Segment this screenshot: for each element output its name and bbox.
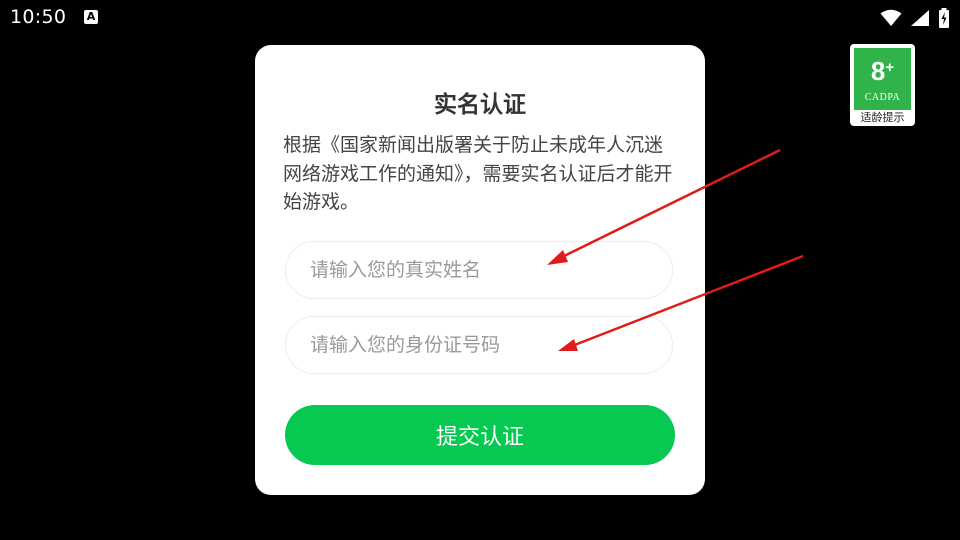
status-time: 10:50: [10, 6, 67, 28]
id-field[interactable]: [285, 316, 673, 374]
age-rating-badge: 8+ CADPA 适龄提示: [850, 44, 915, 126]
a-icon: A: [84, 10, 98, 24]
id-number-input[interactable]: [308, 333, 672, 357]
real-name-dialog: 实名认证 根据《国家新闻出版署关于防止未成年人沉迷网络游戏工作的通知》，需要实名…: [255, 45, 705, 495]
name-input[interactable]: [308, 258, 672, 282]
dialog-description: 根据《国家新闻出版署关于防止未成年人沉迷网络游戏工作的通知》，需要实名认证后才能…: [283, 134, 673, 213]
age-rating-panel: 8+ CADPA: [854, 48, 911, 110]
battery-charging-icon: [939, 8, 949, 28]
signal-icon: [911, 10, 929, 26]
name-field[interactable]: [285, 241, 673, 299]
age-rating: 8+: [854, 56, 911, 87]
submit-button[interactable]: 提交认证: [285, 405, 675, 465]
dialog-title: 实名认证: [434, 92, 526, 118]
age-rating-number: 8: [870, 56, 886, 86]
age-rating-plus: +: [885, 59, 895, 76]
wifi-icon: [880, 9, 902, 26]
age-rating-tip: 适龄提示: [860, 111, 905, 124]
age-rating-org: CADPA: [864, 92, 901, 103]
status-icons: [880, 7, 950, 29]
status-bar: 10:50 A: [0, 0, 960, 36]
